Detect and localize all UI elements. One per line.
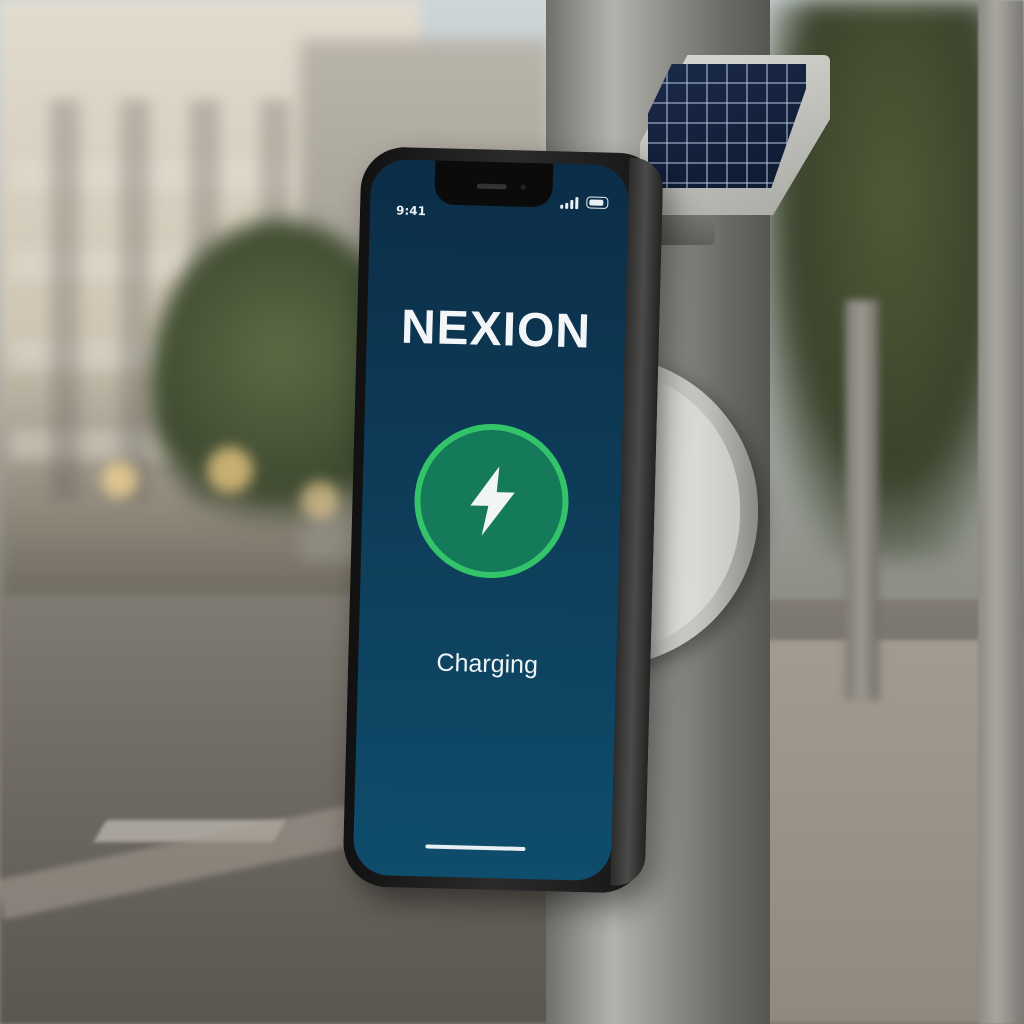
street-scene: 9:41 NEXION Charging <box>0 0 1024 1024</box>
front-camera <box>520 184 526 190</box>
lightning-bolt-icon <box>470 466 515 536</box>
phone-screen[interactable]: 9:41 NEXION Charging <box>352 158 630 882</box>
charging-status-label: Charging <box>436 648 539 680</box>
brand-title: NEXION <box>400 300 592 359</box>
distant-pole <box>845 300 879 700</box>
shop-lights <box>80 440 360 560</box>
earpiece-speaker <box>476 183 507 190</box>
phone-notch <box>434 160 554 208</box>
charging-status-ring <box>412 422 571 580</box>
home-indicator[interactable] <box>425 844 526 852</box>
battery-icon <box>586 196 609 209</box>
right-pole <box>978 0 1024 1024</box>
cellular-signal-icon <box>560 197 579 210</box>
status-time: 9:41 <box>395 203 427 219</box>
